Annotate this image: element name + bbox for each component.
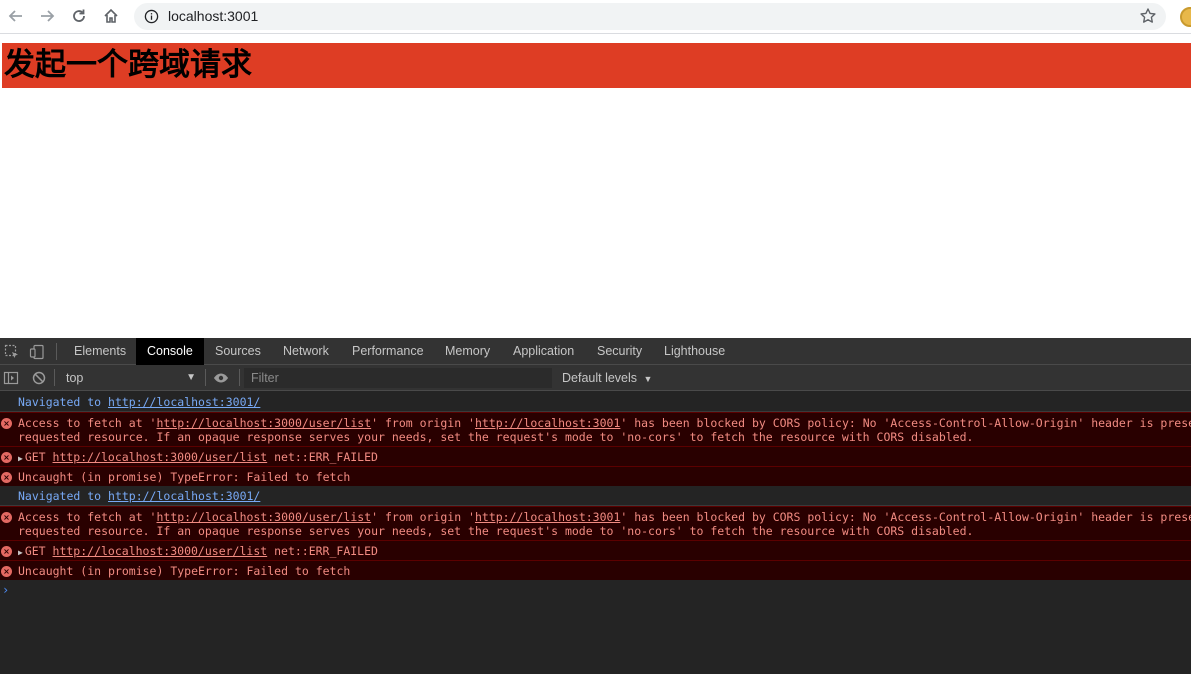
console-messages: Navigated to http://localhost:3001/ × Acce…	[0, 392, 1191, 602]
tab-network[interactable]: Network	[272, 338, 340, 365]
message-link[interactable]: http://localhost:3001/	[108, 395, 260, 409]
context-selector[interactable]: top ▼	[60, 368, 200, 388]
eye-icon[interactable]	[213, 370, 229, 386]
message-link[interactable]: http://localhost:3001/	[108, 489, 260, 503]
console-prompt[interactable]: ›	[0, 580, 1191, 602]
tab-console[interactable]: Console	[136, 338, 204, 365]
error-icon: ×	[1, 546, 12, 557]
message-text: ' from origin '	[371, 416, 475, 430]
console-error-message: × Uncaught (in promise) TypeError: Failed…	[0, 560, 1191, 580]
tab-elements[interactable]: Elements	[63, 338, 137, 365]
console-error-message: × ▶ GET http://localhost:3000/user/list ne…	[0, 446, 1191, 466]
message-text: Uncaught (in promise) TypeError: Failed …	[18, 564, 351, 578]
message-link[interactable]: http://localhost:3000/user/list	[53, 450, 268, 464]
address-bar[interactable]: localhost:3001	[134, 3, 1166, 30]
console-toolbar: top ▼ Default levels ▼	[0, 365, 1191, 391]
log-levels-dropdown[interactable]: Default levels ▼	[562, 368, 652, 388]
divider	[54, 369, 55, 386]
url-text[interactable]: localhost:3001	[168, 8, 258, 24]
message-text: GET	[24, 544, 53, 558]
message-text: ' from origin '	[371, 510, 475, 524]
dropdown-arrow-icon: ▼	[186, 372, 196, 383]
console-error-message: × Access to fetch at 'http://localhost:30…	[0, 412, 1191, 446]
divider	[205, 369, 206, 386]
message-link[interactable]: http://localhost:3000/user/list	[156, 510, 371, 524]
error-icon: ×	[1, 472, 12, 483]
web-page: 发起一个跨域请求	[0, 35, 1191, 338]
tab-memory[interactable]: Memory	[434, 338, 501, 365]
forward-button[interactable]	[36, 5, 58, 27]
tab-application[interactable]: Application	[502, 338, 585, 365]
reload-button[interactable]	[68, 5, 90, 27]
clear-console-icon[interactable]	[31, 370, 47, 386]
divider	[239, 369, 240, 386]
message-link[interactable]: http://localhost:3000/user/list	[53, 544, 268, 558]
heading-banner: 发起一个跨域请求	[2, 43, 1191, 88]
error-icon: ×	[1, 452, 12, 463]
message-link[interactable]: http://localhost:3001	[475, 416, 620, 430]
console-error-message: × ▶ GET http://localhost:3000/user/list ne…	[0, 540, 1191, 560]
tab-lighthouse[interactable]: Lighthouse	[653, 338, 736, 365]
expand-triangle-icon[interactable]: ▶	[18, 454, 23, 463]
message-text: net::ERR_FAILED	[267, 450, 378, 464]
console-error-message: × Access to fetch at 'http://localhost:30…	[0, 506, 1191, 540]
message-text: GET	[24, 450, 53, 464]
context-value: top	[66, 371, 84, 385]
message-text: Access to fetch at '	[18, 510, 157, 524]
page-heading: 发起一个跨域请求	[4, 47, 252, 83]
back-button[interactable]	[5, 5, 27, 27]
divider	[56, 343, 57, 360]
home-button[interactable]	[100, 5, 122, 27]
sidebar-toggle-icon[interactable]	[3, 370, 19, 386]
tab-security[interactable]: Security	[586, 338, 653, 365]
expand-triangle-icon[interactable]: ▶	[18, 548, 23, 557]
filter-input[interactable]	[244, 368, 552, 388]
reload-icon	[73, 9, 85, 22]
error-icon: ×	[1, 512, 12, 523]
arrow-right-icon	[41, 10, 55, 22]
browser-toolbar: localhost:3001	[0, 0, 1191, 34]
tab-performance[interactable]: Performance	[341, 338, 435, 365]
error-icon: ×	[1, 566, 12, 577]
message-link[interactable]: http://localhost:3000/user/list	[156, 416, 371, 430]
bookmark-star-icon[interactable]	[1139, 7, 1157, 25]
message-text: Navigated to	[18, 395, 109, 409]
message-text: Access to fetch at '	[18, 416, 157, 430]
message-text: Navigated to	[18, 489, 109, 503]
info-icon[interactable]	[144, 9, 159, 24]
home-icon	[104, 8, 118, 23]
dropdown-arrow-icon: ▼	[643, 374, 653, 384]
message-text: net::ERR_FAILED	[267, 544, 378, 558]
device-toolbar-icon[interactable]	[29, 344, 45, 360]
error-icon: ×	[1, 418, 12, 429]
tab-sources[interactable]: Sources	[204, 338, 272, 365]
console-error-message: × Uncaught (in promise) TypeError: Failed…	[0, 466, 1191, 486]
inspect-element-icon[interactable]	[4, 344, 20, 360]
devtools-panel: Elements Console Sources Network Performance…	[0, 338, 1191, 674]
log-levels-label: Default levels	[562, 371, 638, 385]
console-info-message: Navigated to http://localhost:3001/	[0, 486, 1191, 506]
message-link[interactable]: http://localhost:3001	[475, 510, 620, 524]
arrow-left-icon	[8, 10, 22, 22]
console-info-message: Navigated to http://localhost:3001/	[0, 392, 1191, 412]
message-text: Uncaught (in promise) TypeError: Failed …	[18, 470, 351, 484]
profile-avatar[interactable]	[1180, 7, 1191, 27]
devtools-tabbar: Elements Console Sources Network Performance…	[0, 338, 1191, 365]
